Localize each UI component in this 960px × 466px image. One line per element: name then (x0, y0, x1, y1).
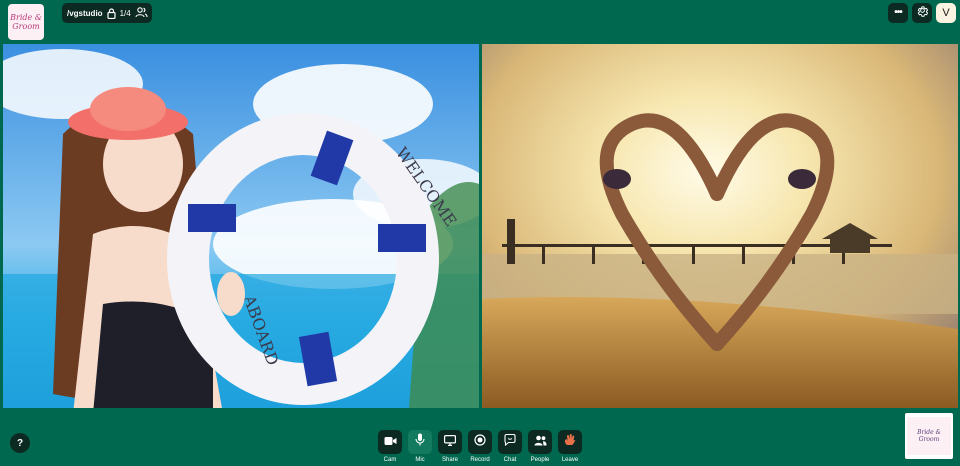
chat-button[interactable] (498, 430, 522, 454)
record-label: Record (470, 457, 490, 463)
leave-label: Leave (561, 457, 579, 463)
share-button[interactable] (438, 430, 462, 454)
brand-logo: Bride & Groom (8, 4, 44, 40)
user-avatar[interactable]: V (936, 3, 956, 23)
video-frame-right (482, 44, 958, 408)
settings-button[interactable] (912, 3, 932, 23)
leave-control[interactable]: Leave (557, 430, 583, 466)
mic-control[interactable]: Mic (407, 430, 433, 466)
people-control[interactable]: People (527, 430, 553, 466)
room-name: /vgstudio (67, 8, 103, 18)
mic-button[interactable] (408, 430, 432, 454)
video-tile-right[interactable] (482, 44, 958, 408)
more-icon: ••• (894, 7, 902, 18)
people-label: People (530, 457, 550, 463)
people-button[interactable] (528, 430, 552, 454)
video-frame-left: WELCOME ABOARD (3, 44, 479, 408)
self-view-tile[interactable]: Bride & Groom (905, 413, 953, 459)
participant-count: 1/4 (119, 8, 131, 18)
help-button[interactable]: ? (10, 433, 30, 453)
people-icon (534, 433, 547, 451)
lock-icon (106, 7, 116, 19)
share-label: Share (441, 457, 458, 463)
cam-button[interactable] (378, 430, 402, 454)
screen-share-icon (444, 433, 457, 451)
mic-label: Mic (415, 457, 425, 463)
room-info-pill[interactable]: /vgstudio 1/4 (62, 3, 152, 23)
cam-label: Cam (383, 457, 397, 463)
top-bar: Bride & Groom /vgstudio 1/4 ••• V (0, 0, 960, 44)
record-icon (474, 433, 486, 451)
chat-control[interactable]: Chat (497, 430, 523, 466)
chat-label: Chat (503, 457, 517, 463)
leave-button[interactable] (558, 430, 582, 454)
more-options-button[interactable]: ••• (888, 3, 908, 23)
camera-icon (384, 433, 397, 451)
self-view-logo: Bride & Groom (907, 417, 951, 455)
gear-icon (916, 4, 929, 22)
brand-logo-text: Bride & Groom (10, 13, 42, 31)
microphone-icon (415, 433, 425, 451)
record-control[interactable]: Record (467, 430, 493, 466)
people-icon (135, 6, 148, 20)
share-control[interactable]: Share (437, 430, 463, 466)
cam-control[interactable]: Cam (377, 430, 403, 466)
video-tile-left[interactable]: WELCOME ABOARD (3, 44, 479, 408)
record-button[interactable] (468, 430, 492, 454)
chat-icon (504, 433, 516, 451)
wave-hand-icon (564, 433, 576, 451)
